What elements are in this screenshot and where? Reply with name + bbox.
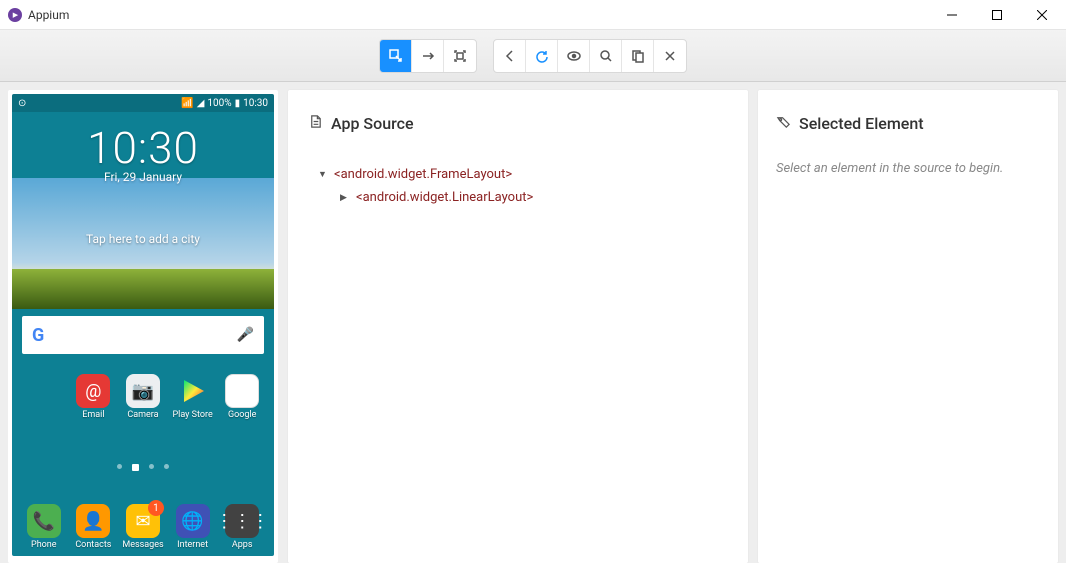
wifi-icon: 📶 (181, 98, 193, 109)
app-item-messages: ✉1 Messages (119, 504, 167, 550)
action-group (493, 39, 687, 73)
app-icon (176, 374, 210, 408)
selected-element-panel: Selected Element Select an element in th… (758, 90, 1058, 563)
app-icon: 🌐 (176, 504, 210, 538)
swipe-mode-button[interactable] (412, 40, 444, 72)
page-indicator (12, 464, 274, 471)
app-icon: 📷 (126, 374, 160, 408)
app-icon: 📞 (27, 504, 61, 538)
recording-button[interactable] (558, 40, 590, 72)
app-item-contacts: 👤 Contacts (70, 504, 118, 550)
device-screenshot[interactable]: ⊙ 📶 ◢ 100% ▮ 10:30 10:30 Fri, 29 January… (12, 94, 274, 556)
file-icon (308, 114, 323, 133)
app-icon: @ (76, 374, 110, 408)
device-screenshot-panel: ⊙ 📶 ◢ 100% ▮ 10:30 10:30 Fri, 29 January… (8, 90, 278, 563)
weather-hint: Tap here to add a city (12, 232, 274, 246)
window-title: Appium (28, 8, 69, 22)
status-left-icon: ⊙ (18, 98, 26, 109)
app-label: Contacts (75, 540, 111, 550)
main-area: ⊙ 📶 ◢ 100% ▮ 10:30 10:30 Fri, 29 January… (0, 82, 1066, 563)
app-icon (225, 374, 259, 408)
search-button[interactable] (590, 40, 622, 72)
close-button[interactable] (1019, 1, 1064, 29)
app-label: Email (82, 410, 104, 420)
signal-icon: ◢ (197, 98, 205, 109)
mode-group (379, 39, 477, 73)
caret-right-icon[interactable]: ▶ (340, 193, 350, 203)
title-bar: Appium (0, 0, 1066, 30)
back-button[interactable] (494, 40, 526, 72)
app-item-camera: 📷 Camera (119, 374, 167, 420)
tree-child-row[interactable]: ▶ <android.widget.LinearLayout> (340, 186, 728, 209)
app-source-panel: App Source ▼ <android.widget.FrameLayout… (288, 90, 748, 563)
google-search-widget: G 🎤 (22, 316, 264, 354)
app-label: Camera (127, 410, 158, 420)
status-time: 10:30 (243, 98, 268, 109)
battery-label: 100% (207, 98, 231, 109)
select-mode-button[interactable] (380, 40, 412, 72)
app-source-title: App Source (331, 114, 414, 133)
copy-xml-button[interactable] (622, 40, 654, 72)
tree-node: <android.widget.FrameLayout> (334, 167, 512, 182)
battery-icon: ▮ (235, 98, 241, 109)
selected-element-title: Selected Element (799, 114, 924, 133)
device-status-bar: ⊙ 📶 ◢ 100% ▮ 10:30 (12, 94, 274, 112)
app-item-play-store: Play Store (169, 374, 217, 420)
toolbar (0, 30, 1066, 82)
selected-element-hint: Select an element in the source to begin… (776, 161, 1040, 176)
app-label: Google (228, 410, 256, 420)
notification-badge: 1 (148, 500, 164, 516)
app-icon: ✉1 (126, 504, 160, 538)
quit-button[interactable] (654, 40, 686, 72)
lockscreen-date: Fri, 29 January (12, 170, 274, 184)
app-label: Apps (232, 540, 253, 550)
google-logo: G (32, 325, 44, 346)
app-icon: 👤 (76, 504, 110, 538)
app-label: Internet (177, 540, 208, 550)
app-item-phone: 📞 Phone (20, 504, 68, 550)
app-icon (8, 8, 22, 22)
app-item-google: Google (218, 374, 266, 420)
app-icon: ⋮⋮⋮ (225, 504, 259, 538)
app-item-internet: 🌐 Internet (169, 504, 217, 550)
caret-down-icon[interactable]: ▼ (318, 169, 328, 180)
app-label: Phone (31, 540, 57, 550)
tree-node: <android.widget.LinearLayout> (356, 190, 533, 205)
app-item-email: @ Email (70, 374, 118, 420)
tap-mode-button[interactable] (444, 40, 476, 72)
tree-root-row[interactable]: ▼ <android.widget.FrameLayout> (318, 163, 728, 186)
lockscreen-time: 10:30 (12, 122, 274, 174)
tag-icon (776, 114, 791, 133)
app-item-apps: ⋮⋮⋮ Apps (218, 504, 266, 550)
minimize-button[interactable] (929, 1, 974, 29)
refresh-button[interactable] (526, 40, 558, 72)
app-label: Play Store (172, 410, 212, 420)
maximize-button[interactable] (974, 1, 1019, 29)
mic-icon: 🎤 (237, 327, 254, 343)
app-label: Messages (122, 540, 163, 550)
